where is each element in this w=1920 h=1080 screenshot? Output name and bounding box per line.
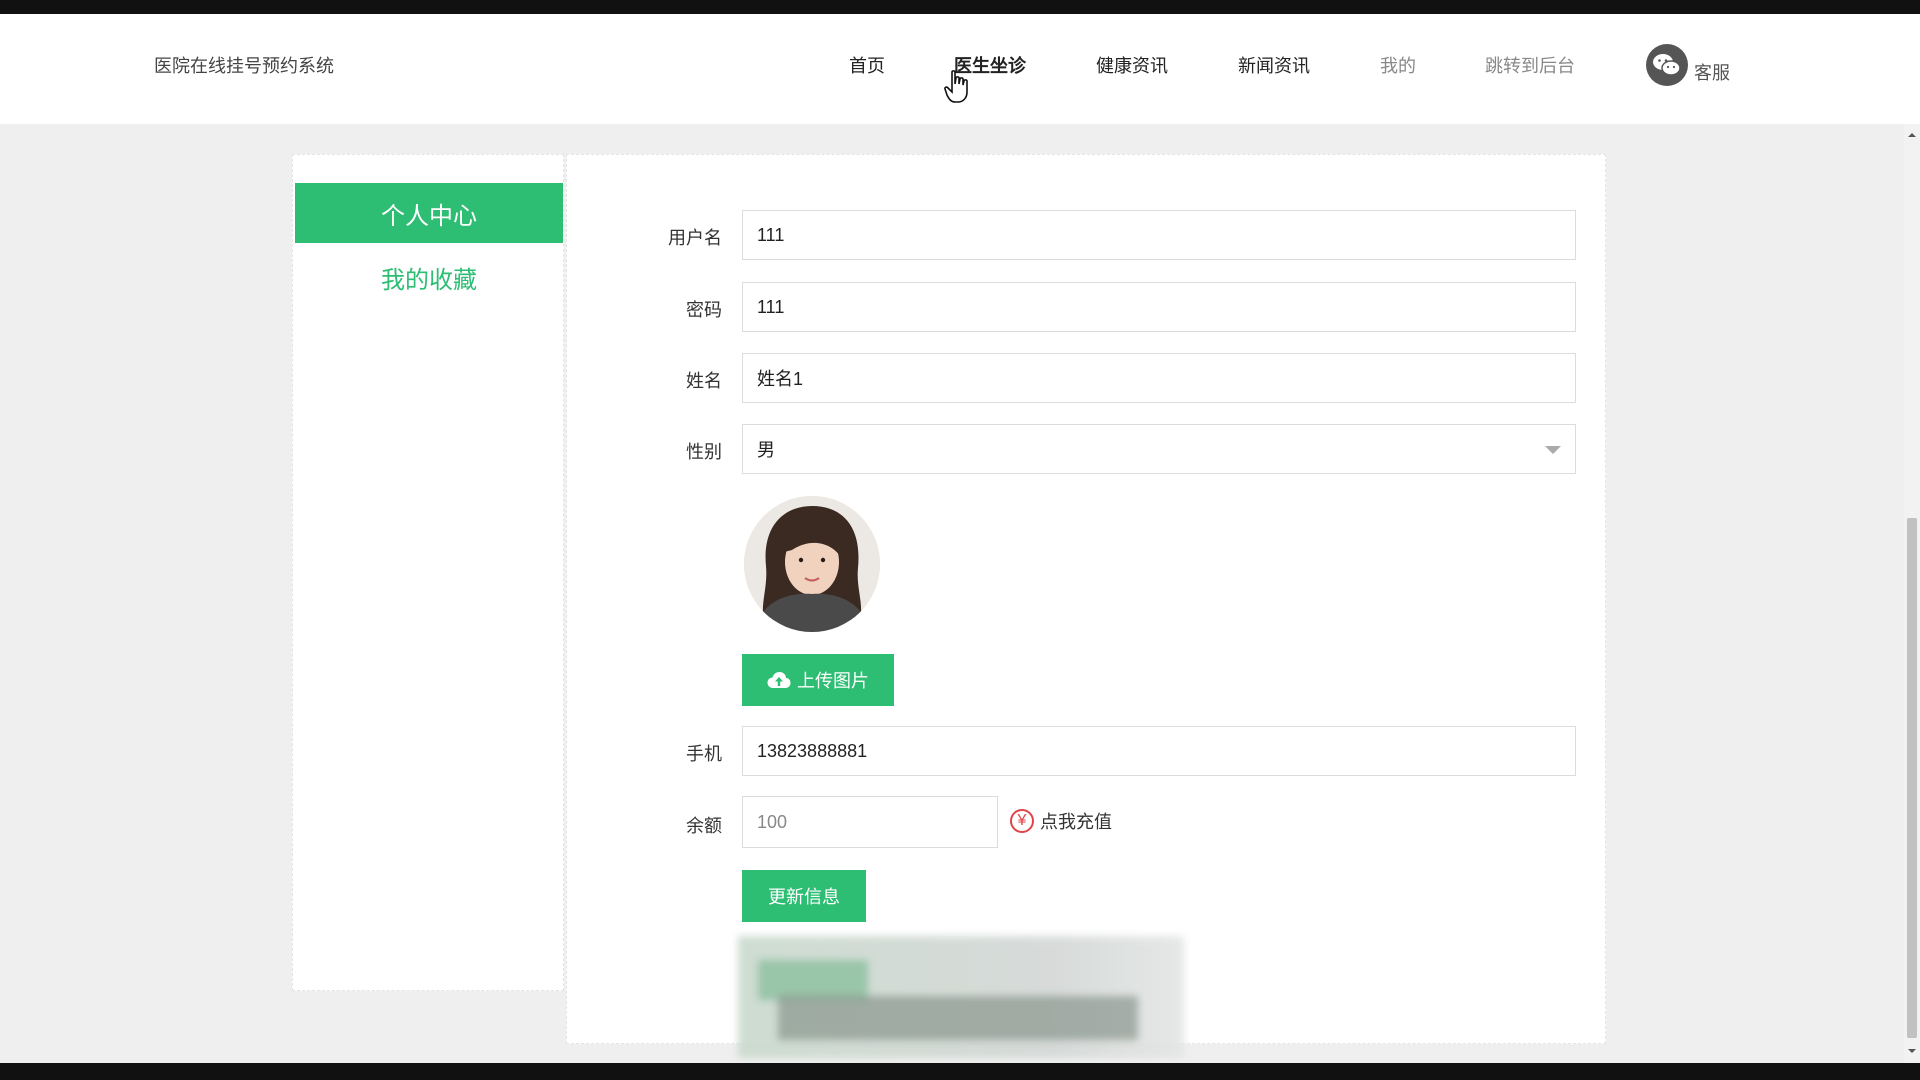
- sidebar: 个人中心 我的收藏: [292, 154, 564, 991]
- sidebar-item-favorites[interactable]: 我的收藏: [295, 247, 563, 307]
- nav-mine[interactable]: 我的: [1380, 52, 1416, 78]
- bottom-frame-bar: [0, 1063, 1920, 1080]
- username-field[interactable]: [742, 210, 1576, 260]
- top-frame-bar: [0, 0, 1920, 14]
- sidebar-item-personal-center[interactable]: 个人中心: [295, 183, 563, 243]
- hand-cursor-icon: [944, 70, 968, 103]
- top-navbar: 医院在线挂号预约系统 首页 医生坐诊 健康资讯 新闻资讯 我的 跳转到后台 客服: [0, 14, 1920, 124]
- phone-label: 手机: [686, 744, 722, 764]
- upload-image-button[interactable]: 上传图片: [742, 654, 894, 706]
- name-label: 姓名: [686, 371, 722, 391]
- update-info-button[interactable]: 更新信息: [742, 870, 866, 922]
- recharge-link[interactable]: ¥ 点我充值: [1010, 808, 1112, 834]
- scroll-thumb[interactable]: [1907, 518, 1917, 1038]
- site-brand[interactable]: 医院在线挂号预约系统: [154, 52, 334, 78]
- gender-value: 男: [757, 440, 775, 460]
- wechat-icon[interactable]: [1646, 44, 1688, 86]
- cloud-upload-icon: [767, 672, 791, 688]
- service-label[interactable]: 客服: [1694, 59, 1730, 85]
- balance-label: 余额: [686, 816, 722, 836]
- nav-admin[interactable]: 跳转到后台: [1485, 52, 1575, 78]
- balance-field: [742, 796, 998, 848]
- recharge-label: 点我充值: [1040, 812, 1112, 832]
- yen-icon: ¥: [1010, 809, 1034, 833]
- phone-field[interactable]: [742, 726, 1576, 776]
- password-field[interactable]: [742, 282, 1576, 332]
- chevron-down-icon: [1545, 446, 1561, 454]
- scroll-down-icon[interactable]: [1904, 1044, 1920, 1058]
- scroll-up-icon[interactable]: [1904, 128, 1920, 142]
- name-field[interactable]: [742, 353, 1576, 403]
- gender-label: 性别: [686, 442, 722, 462]
- username-label: 用户名: [668, 228, 722, 248]
- password-label: 密码: [686, 300, 722, 320]
- blurred-block: [778, 996, 1138, 1040]
- nav-home[interactable]: 首页: [849, 52, 885, 78]
- blurred-region: [738, 936, 1184, 1058]
- page-scrollbar[interactable]: [1904, 124, 1920, 1063]
- gender-select[interactable]: 男: [742, 424, 1576, 474]
- blurred-block: [758, 960, 868, 1000]
- upload-image-label: 上传图片: [797, 671, 869, 691]
- nav-news[interactable]: 新闻资讯: [1238, 52, 1310, 78]
- nav-health-info[interactable]: 健康资讯: [1096, 52, 1168, 78]
- avatar: [744, 496, 880, 632]
